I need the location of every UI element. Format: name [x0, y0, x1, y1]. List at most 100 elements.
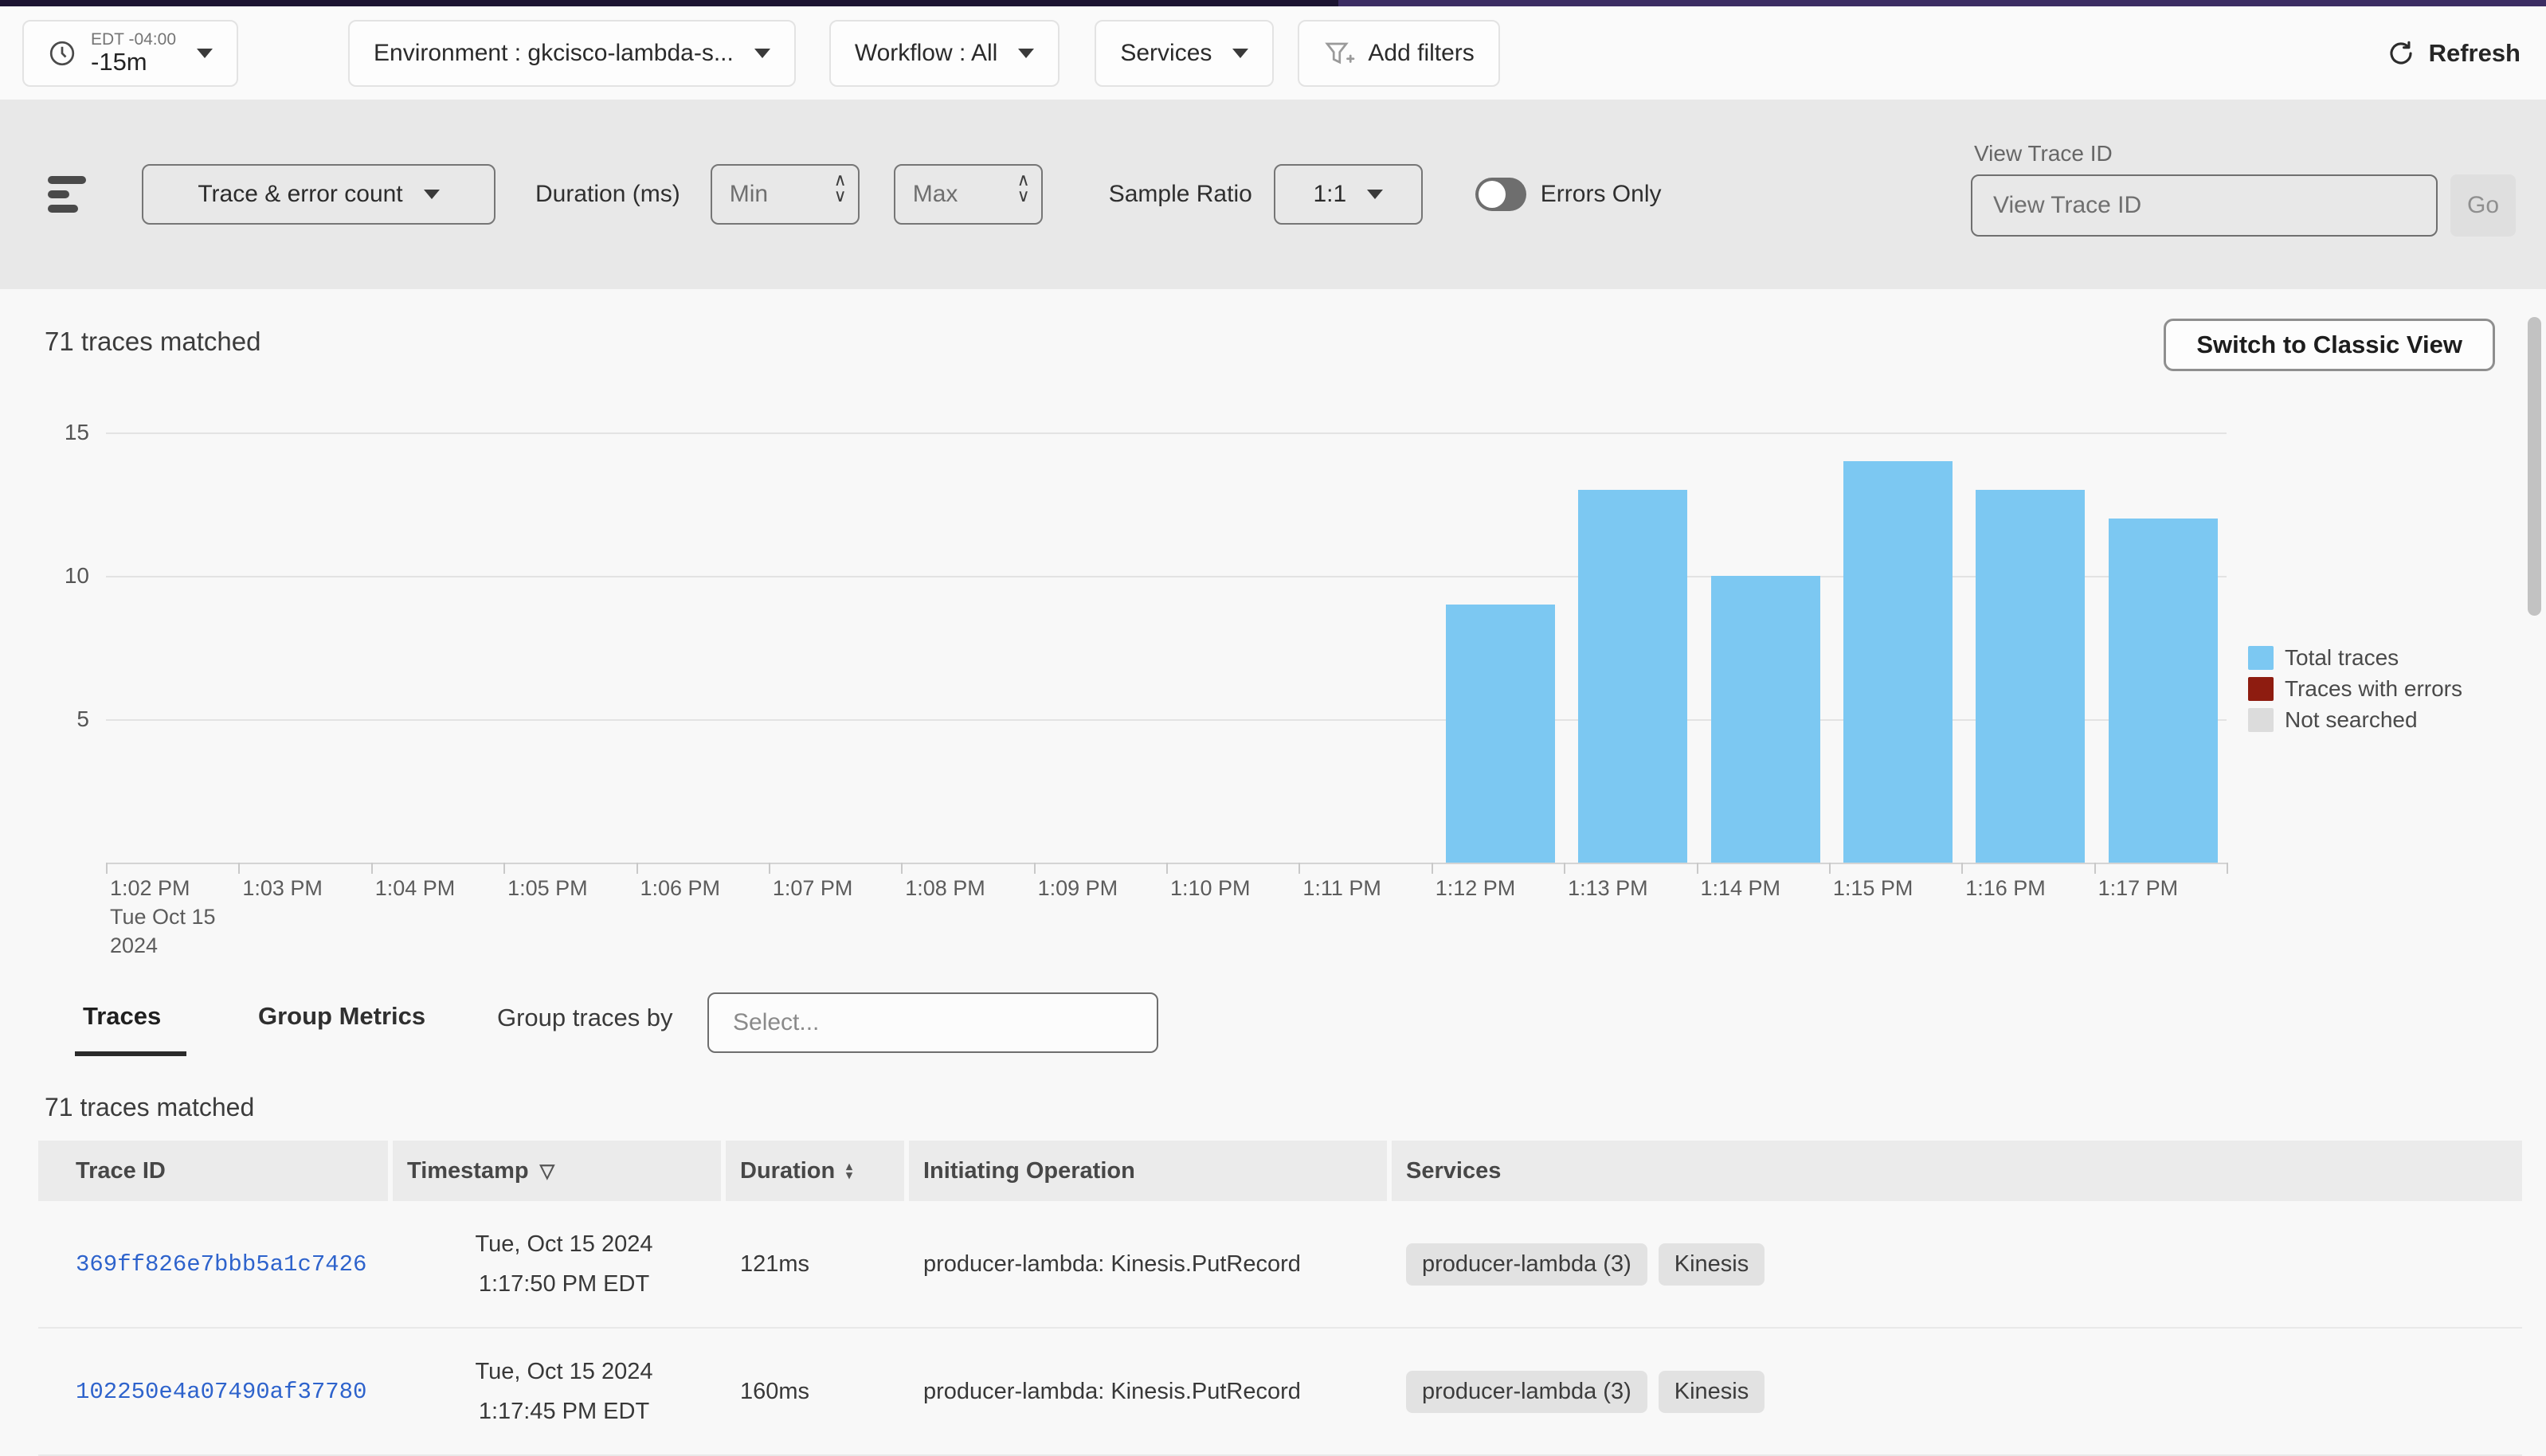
column-header-label: Trace ID: [76, 1158, 166, 1184]
trace-count-bar-chart[interactable]: 510151:02 PM1:03 PM1:04 PM1:05 PM1:06 PM…: [0, 398, 2546, 988]
time-range-value: -15m: [91, 49, 176, 76]
table-header-row: Trace ID Timestamp▽Duration▴▾ Initiating O…: [38, 1141, 2522, 1201]
column-header-duration[interactable]: Duration▴▾: [726, 1141, 904, 1201]
environment-label: Environment : gkcisco-lambda-s...: [374, 40, 734, 67]
total-traces-bar[interactable]: [1578, 490, 1687, 863]
timestamp-cell: Tue, Oct 15 20241:17:45 PM EDT: [393, 1329, 721, 1454]
chart-legend: Total traces Traces with errors Not search…: [2248, 645, 2462, 738]
add-filters-button[interactable]: Add filters: [1298, 20, 1499, 87]
services-cell: producer-lambda (3) Kinesis: [1392, 1329, 2522, 1454]
time-range-picker[interactable]: EDT -04:00 -15m: [22, 20, 238, 87]
service-chip[interactable]: producer-lambda (3): [1406, 1371, 1647, 1413]
chevron-down-icon: [424, 190, 440, 199]
traces-matched-count: 71 traces matched: [45, 1093, 254, 1122]
x-axis-tick-label: 1:17 PM: [2098, 876, 2179, 901]
duration-cell: 121ms: [726, 1201, 904, 1327]
duration-cell: 160ms: [726, 1329, 904, 1454]
stepper-arrows-icon[interactable]: ∧∨: [1017, 172, 1030, 204]
x-axis-tick-label: 1:07 PM: [773, 876, 853, 901]
legend-swatch: [2248, 646, 2274, 670]
total-traces-bar[interactable]: [1446, 605, 1555, 863]
go-button[interactable]: Go: [2450, 174, 2516, 237]
top-toolbar: EDT -04:00 -15m Environment : gkcisco-la…: [0, 6, 2546, 100]
timestamp-cell: Tue, Oct 15 20241:17:50 PM EDT: [393, 1201, 721, 1327]
workflow-label: Workflow : All: [855, 40, 998, 67]
filter-plus-icon: [1323, 39, 1355, 68]
legend-item: Not searched: [2248, 707, 2462, 733]
x-axis-tick: [2227, 863, 2228, 874]
services-dropdown[interactable]: Services: [1095, 20, 1274, 87]
toggle-knob: [1479, 181, 1506, 208]
environment-dropdown[interactable]: Environment : gkcisco-lambda-s...: [348, 20, 796, 87]
legend-label: Total traces: [2285, 645, 2399, 671]
x-axis-tick: [371, 863, 373, 874]
table-row: 369ff826e7bbb5a1c7426 Tue, Oct 15 20241:1…: [38, 1201, 2522, 1329]
x-axis-tick: [503, 863, 505, 874]
vertical-scrollbar[interactable]: [2528, 317, 2541, 616]
chevron-down-icon: [1018, 49, 1034, 58]
group-traces-by-label: Group traces by: [497, 1004, 673, 1032]
column-header-label: Initiating Operation: [923, 1158, 1135, 1184]
y-axis-tick-label: 5: [32, 706, 89, 732]
view-trace-id-input[interactable]: [1971, 174, 2438, 237]
timestamp-date: Tue, Oct 15 2024: [475, 1224, 652, 1264]
timestamp-date: Tue, Oct 15 2024: [475, 1352, 652, 1391]
duration-label: Duration (ms): [535, 181, 680, 208]
sort-desc-icon[interactable]: ▽: [540, 1160, 554, 1183]
metric-type-select[interactable]: Trace & error count: [142, 164, 495, 225]
x-axis-tick: [1697, 863, 1698, 874]
legend-item: Traces with errors: [2248, 676, 2462, 702]
legend-item: Total traces: [2248, 645, 2462, 671]
service-chip[interactable]: Kinesis: [1659, 1243, 1765, 1286]
group-traces-by-select[interactable]: Select...: [707, 992, 1158, 1053]
workflow-dropdown[interactable]: Workflow : All: [829, 20, 1060, 87]
y-axis-tick-label: 10: [32, 563, 89, 589]
trace-id-cell: 102250e4a07490af37780: [38, 1329, 388, 1454]
total-traces-bar[interactable]: [1976, 490, 2085, 863]
total-traces-bar[interactable]: [2109, 519, 2218, 863]
errors-only-label: Errors Only: [1541, 181, 1662, 208]
column-header-timestamp[interactable]: Timestamp▽: [393, 1141, 721, 1201]
add-filters-label: Add filters: [1368, 40, 1474, 67]
legend-label: Traces with errors: [2285, 676, 2462, 702]
column-header-trace-id: Trace ID: [38, 1141, 388, 1201]
active-tab-indicator: [75, 1051, 186, 1056]
x-axis-tick-label: 1:09 PM: [1038, 876, 1118, 901]
trace-id-link[interactable]: 369ff826e7bbb5a1c7426: [76, 1251, 366, 1278]
service-chip[interactable]: Kinesis: [1659, 1371, 1765, 1413]
chevron-down-icon: [1232, 49, 1248, 58]
initiating-operation-cell: producer-lambda: Kinesis.PutRecord: [909, 1329, 1387, 1454]
time-range-texts: EDT -04:00 -15m: [91, 30, 176, 76]
legend-label: Not searched: [2285, 707, 2418, 733]
refresh-label: Refresh: [2429, 39, 2521, 68]
x-axis-tick: [106, 863, 108, 874]
stepper-arrows-icon[interactable]: ∧∨: [834, 172, 847, 204]
x-axis-tick: [901, 863, 903, 874]
x-axis-tick: [636, 863, 638, 874]
group-traces-by-placeholder: Select...: [733, 1009, 819, 1036]
filter-list-icon[interactable]: [48, 176, 89, 213]
total-traces-bar[interactable]: [1843, 461, 1953, 863]
traces-table: Trace ID Timestamp▽Duration▴▾ Initiating O…: [38, 1141, 2522, 1456]
sample-ratio-value: 1:1: [1313, 181, 1346, 208]
switch-to-classic-view-button[interactable]: Switch to Classic View: [2164, 319, 2495, 371]
sort-both-icon[interactable]: ▴▾: [846, 1162, 852, 1180]
x-axis-tick: [1432, 863, 1433, 874]
traces-table-body: 369ff826e7bbb5a1c7426 Tue, Oct 15 20241:1…: [38, 1201, 2522, 1456]
traces-matched-count: 71 traces matched: [45, 327, 260, 357]
sample-ratio-select[interactable]: 1:1: [1274, 164, 1423, 225]
metric-type-value: Trace & error count: [198, 181, 402, 208]
tab-traces[interactable]: Traces: [83, 1002, 161, 1031]
total-traces-bar[interactable]: [1711, 576, 1820, 863]
service-chip[interactable]: producer-lambda (3): [1406, 1243, 1647, 1286]
initiating-operation-cell: producer-lambda: Kinesis.PutRecord: [909, 1201, 1387, 1327]
refresh-button[interactable]: Refresh: [2387, 39, 2521, 68]
x-axis-tick-label: 1:02 PM: [110, 876, 190, 901]
x-axis-tick-label: 1:15 PM: [1833, 876, 1913, 901]
errors-only-toggle[interactable]: [1475, 178, 1526, 211]
tab-group-metrics[interactable]: Group Metrics: [258, 1002, 425, 1031]
x-axis-tick: [1829, 863, 1831, 874]
trace-id-link[interactable]: 102250e4a07490af37780: [76, 1379, 366, 1405]
chevron-down-icon: [197, 49, 213, 58]
x-axis-tick-label: 1:12 PM: [1436, 876, 1516, 901]
